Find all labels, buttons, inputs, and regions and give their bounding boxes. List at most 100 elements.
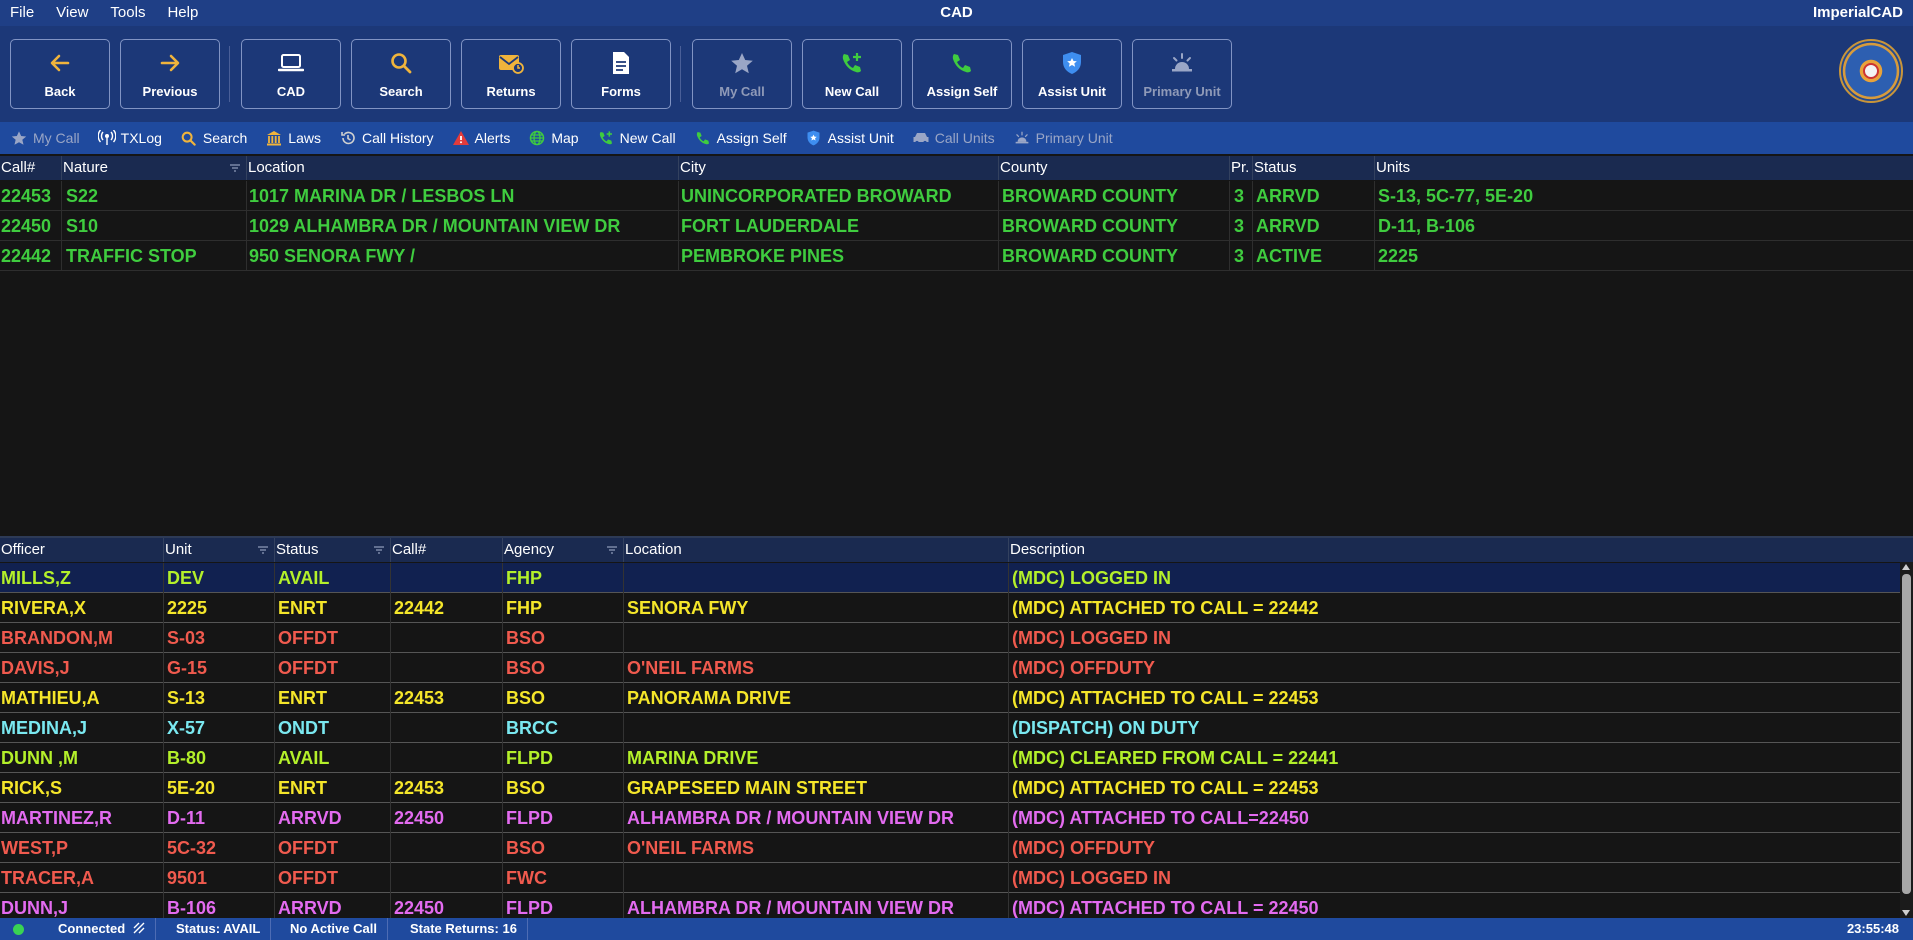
col-call-number[interactable]: Call# [0, 156, 62, 180]
filter-icon[interactable] [258, 546, 268, 554]
quick-assign-self-label: Assign Self [716, 130, 787, 146]
quick-assign-self[interactable]: Assign Self [694, 129, 787, 147]
filter-icon[interactable] [374, 546, 384, 554]
unit-officer: TRACER,A [0, 863, 164, 893]
unit-location: MARINA DRIVE [624, 743, 1009, 773]
unit-description: (MDC) ATTACHED TO CALL = 22453 [1012, 778, 1319, 798]
col-nature[interactable]: Nature [62, 156, 247, 180]
status-bar: Connected Status: AVAIL No Active Call S… [0, 918, 1913, 940]
filter-icon[interactable] [607, 546, 617, 554]
unit-row[interactable]: MILLS,Z DEV AVAIL FHP (MDC) LOGGED IN [0, 563, 1900, 593]
unit-agency: FHP [503, 563, 624, 593]
unit-officer: WEST,P [0, 833, 164, 863]
unit-row[interactable]: RICK,S 5E-20 ENRT 22453 BSO GRAPESEED MAIN ST… [0, 773, 1900, 803]
state-returns: State Returns: 16 [400, 918, 528, 940]
title-bar: File View Tools Help CAD ImperialCAD [0, 0, 1913, 26]
unit-description: (MDC) ATTACHED TO CALL = 22442 [1012, 598, 1319, 618]
unit-row[interactable]: DAVIS,J G-15 OFFDT BSO O'NEIL FARMS (MDC) OFF… [0, 653, 1900, 683]
unit-row[interactable]: TRACER,A 9501 OFFDT FWC (MDC) LOGGED IN [0, 863, 1900, 893]
scroll-thumb[interactable] [1902, 574, 1911, 894]
scroll-up-icon[interactable] [1902, 564, 1910, 570]
cad-button[interactable]: CAD [241, 39, 341, 109]
unit-row[interactable]: RIVERA,X 2225 ENRT 22442 FHP SENORA FWY (MDC) … [0, 593, 1900, 623]
unit-location: ALHAMBRA DR / MOUNTAIN VIEW DR [624, 803, 1009, 833]
unit-id: S-03 [164, 623, 275, 653]
units-scrollbar[interactable] [1900, 562, 1913, 918]
quick-call-units[interactable]: Call Units [912, 129, 995, 147]
menu-help[interactable]: Help [167, 4, 198, 21]
unit-location: GRAPESEED MAIN STREET [624, 773, 1009, 803]
call-row[interactable]: 22442 TRAFFIC STOP 950 SENORA FWY / PEMB… [0, 241, 1913, 271]
unit-location: PANORAMA DRIVE [624, 683, 1009, 713]
col-priority[interactable]: Pr. [1230, 156, 1253, 180]
unit-location [624, 563, 1009, 593]
call-status: ARRVD [1253, 181, 1375, 211]
my-call-button[interactable]: My Call [692, 39, 792, 109]
back-button[interactable]: Back [10, 39, 110, 109]
col-agency[interactable]: Agency [503, 538, 624, 562]
call-row[interactable]: 22450 S10 1029 ALHAMBRA DR / MOUNTAIN VI… [0, 211, 1913, 241]
col-county[interactable]: County [999, 156, 1230, 180]
quick-alerts[interactable]: Alerts [452, 129, 510, 147]
col-location[interactable]: Location [247, 156, 679, 180]
menu-file[interactable]: File [10, 4, 34, 21]
quick-primary-unit[interactable]: Primary Unit [1013, 129, 1113, 147]
unit-row[interactable]: DUNN ,M B-80 AVAIL FLPD MARINA DRIVE (MDC) CL… [0, 743, 1900, 773]
col-units[interactable]: Units [1375, 156, 1913, 180]
col-unit[interactable]: Unit [164, 538, 275, 562]
unit-row[interactable]: MEDINA,J X-57 ONDT BRCC (DISPATCH) ON DUTY [0, 713, 1900, 743]
quick-assist-unit[interactable]: Assist Unit [805, 129, 894, 147]
quick-txlog[interactable]: TXLog [97, 129, 162, 147]
quick-search[interactable]: Search [180, 129, 247, 147]
unit-call-number [391, 713, 503, 743]
scroll-down-icon[interactable] [1902, 910, 1910, 916]
new-call-button[interactable]: New Call [802, 39, 902, 109]
unit-officer: MATHIEU,A [0, 683, 164, 713]
unit-officer: BRANDON,M [0, 623, 164, 653]
col-officer[interactable]: Officer [0, 538, 164, 562]
mail-icon [462, 50, 560, 76]
quick-call-history[interactable]: Call History [339, 129, 434, 147]
cad-label: CAD [276, 84, 306, 99]
quick-laws[interactable]: Laws [265, 129, 321, 147]
col-call-number[interactable]: Call# [391, 538, 503, 562]
unit-row[interactable]: WEST,P 5C-32 OFFDT BSO O'NEIL FARMS (MDC) OFF… [0, 833, 1900, 863]
unit-id: S-13 [164, 683, 275, 713]
unit-row[interactable]: MARTINEZ,R D-11 ARRVD 22450 FLPD ALHAMBRA DR … [0, 803, 1900, 833]
assign-self-button[interactable]: Assign Self [912, 39, 1012, 109]
call-status: ARRVD [1253, 211, 1375, 241]
unit-row[interactable]: BRANDON,M S-03 OFFDT BSO (MDC) LOGGED IN [0, 623, 1900, 653]
unit-row[interactable]: MATHIEU,A S-13 ENRT 22453 BSO PANORAMA DRIVE(… [0, 683, 1900, 713]
col-description[interactable]: Description [1009, 538, 1900, 562]
siren-icon [1013, 129, 1031, 147]
filter-icon[interactable] [230, 164, 240, 172]
primary-unit-button[interactable]: Primary Unit [1132, 39, 1232, 109]
arrow-left-icon [11, 50, 109, 76]
call-units: 2225 [1378, 246, 1419, 266]
search-button[interactable]: Search [351, 39, 451, 109]
menu-view[interactable]: View [56, 4, 88, 21]
assist-unit-button[interactable]: Assist Unit [1022, 39, 1122, 109]
laptop-icon [242, 50, 340, 76]
col-status[interactable]: Status [1253, 156, 1375, 180]
quick-my-call[interactable]: My Call [10, 129, 80, 147]
menu-tools[interactable]: Tools [110, 4, 145, 21]
main-toolbar: Back Previous CAD Search Returns Forms M… [0, 26, 1913, 122]
col-city[interactable]: City [679, 156, 999, 180]
returns-button[interactable]: Returns [461, 39, 561, 109]
col-status[interactable]: Status [275, 538, 391, 562]
siren-icon [1133, 50, 1231, 76]
returns-label: Returns [486, 84, 536, 99]
alert-icon [452, 129, 470, 147]
unit-officer: DAVIS,J [0, 653, 164, 683]
courthouse-icon [265, 129, 283, 147]
unit-status: OFFDT [275, 833, 391, 863]
quick-new-call[interactable]: New Call [597, 129, 676, 147]
call-city: UNINCORPORATED BROWARD [679, 181, 999, 211]
forms-button[interactable]: Forms [571, 39, 671, 109]
call-row[interactable]: 22453 S22 1017 MARINA DR / LESBOS LN UNI… [0, 181, 1913, 211]
previous-button[interactable]: Previous [120, 39, 220, 109]
quick-map[interactable]: Map [528, 129, 579, 147]
col-location[interactable]: Location [624, 538, 1009, 562]
unit-description: (MDC) LOGGED IN [1012, 568, 1171, 588]
